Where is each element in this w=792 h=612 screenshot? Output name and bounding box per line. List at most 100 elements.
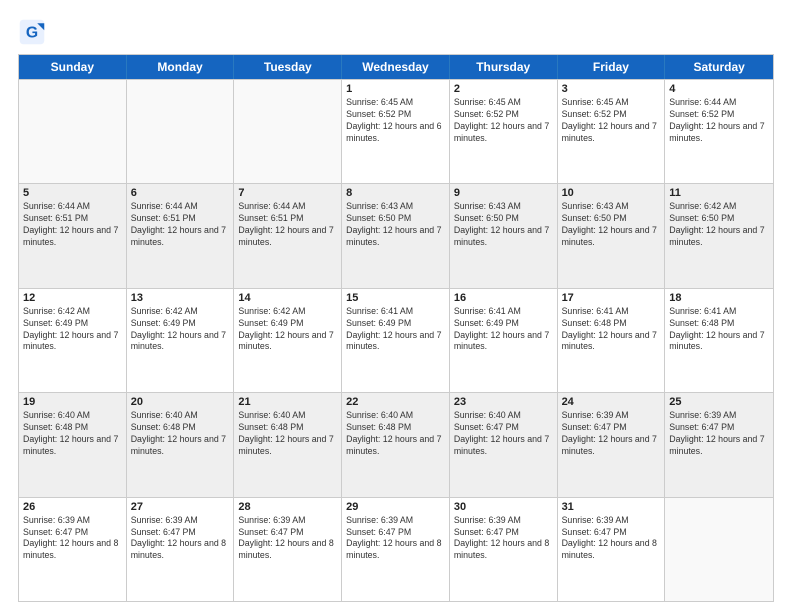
cell-info: Sunrise: 6:40 AMSunset: 6:48 PMDaylight:… — [131, 410, 230, 458]
calendar-cell: 8 Sunrise: 6:43 AMSunset: 6:50 PMDayligh… — [342, 184, 450, 287]
cell-info: Sunrise: 6:45 AMSunset: 6:52 PMDaylight:… — [454, 97, 553, 145]
cell-info: Sunrise: 6:39 AMSunset: 6:47 PMDaylight:… — [238, 515, 337, 563]
calendar-cell: 21 Sunrise: 6:40 AMSunset: 6:48 PMDaylig… — [234, 393, 342, 496]
day-number: 8 — [346, 187, 445, 199]
logo-icon: G — [18, 18, 46, 46]
calendar-row-4: 26 Sunrise: 6:39 AMSunset: 6:47 PMDaylig… — [19, 497, 773, 601]
calendar-cell — [19, 80, 127, 183]
calendar-cell: 3 Sunrise: 6:45 AMSunset: 6:52 PMDayligh… — [558, 80, 666, 183]
calendar-cell: 31 Sunrise: 6:39 AMSunset: 6:47 PMDaylig… — [558, 498, 666, 601]
day-number: 18 — [669, 292, 769, 304]
calendar-row-3: 19 Sunrise: 6:40 AMSunset: 6:48 PMDaylig… — [19, 392, 773, 496]
day-number: 14 — [238, 292, 337, 304]
calendar-cell: 20 Sunrise: 6:40 AMSunset: 6:48 PMDaylig… — [127, 393, 235, 496]
cell-info: Sunrise: 6:40 AMSunset: 6:47 PMDaylight:… — [454, 410, 553, 458]
day-number: 23 — [454, 396, 553, 408]
calendar-cell: 27 Sunrise: 6:39 AMSunset: 6:47 PMDaylig… — [127, 498, 235, 601]
cell-info: Sunrise: 6:40 AMSunset: 6:48 PMDaylight:… — [238, 410, 337, 458]
cell-info: Sunrise: 6:43 AMSunset: 6:50 PMDaylight:… — [562, 201, 661, 249]
day-number: 1 — [346, 83, 445, 95]
calendar-cell: 5 Sunrise: 6:44 AMSunset: 6:51 PMDayligh… — [19, 184, 127, 287]
day-number: 10 — [562, 187, 661, 199]
day-number: 22 — [346, 396, 445, 408]
cell-info: Sunrise: 6:39 AMSunset: 6:47 PMDaylight:… — [562, 515, 661, 563]
cell-info: Sunrise: 6:42 AMSunset: 6:50 PMDaylight:… — [669, 201, 769, 249]
calendar-cell — [127, 80, 235, 183]
svg-text:G: G — [26, 24, 38, 41]
day-number: 15 — [346, 292, 445, 304]
calendar-cell: 1 Sunrise: 6:45 AMSunset: 6:52 PMDayligh… — [342, 80, 450, 183]
cell-info: Sunrise: 6:44 AMSunset: 6:52 PMDaylight:… — [669, 97, 769, 145]
day-number: 2 — [454, 83, 553, 95]
calendar-row-1: 5 Sunrise: 6:44 AMSunset: 6:51 PMDayligh… — [19, 183, 773, 287]
header-day-thursday: Thursday — [450, 55, 558, 79]
calendar-cell: 12 Sunrise: 6:42 AMSunset: 6:49 PMDaylig… — [19, 289, 127, 392]
day-number: 24 — [562, 396, 661, 408]
header-day-saturday: Saturday — [665, 55, 773, 79]
header-day-sunday: Sunday — [19, 55, 127, 79]
cell-info: Sunrise: 6:44 AMSunset: 6:51 PMDaylight:… — [131, 201, 230, 249]
calendar-cell: 17 Sunrise: 6:41 AMSunset: 6:48 PMDaylig… — [558, 289, 666, 392]
day-number: 30 — [454, 501, 553, 513]
day-number: 11 — [669, 187, 769, 199]
day-number: 20 — [131, 396, 230, 408]
header-day-friday: Friday — [558, 55, 666, 79]
day-number: 9 — [454, 187, 553, 199]
cell-info: Sunrise: 6:42 AMSunset: 6:49 PMDaylight:… — [23, 306, 122, 354]
cell-info: Sunrise: 6:39 AMSunset: 6:47 PMDaylight:… — [346, 515, 445, 563]
cell-info: Sunrise: 6:44 AMSunset: 6:51 PMDaylight:… — [23, 201, 122, 249]
calendar-cell — [234, 80, 342, 183]
day-number: 12 — [23, 292, 122, 304]
cell-info: Sunrise: 6:41 AMSunset: 6:48 PMDaylight:… — [562, 306, 661, 354]
calendar-cell: 13 Sunrise: 6:42 AMSunset: 6:49 PMDaylig… — [127, 289, 235, 392]
cell-info: Sunrise: 6:39 AMSunset: 6:47 PMDaylight:… — [454, 515, 553, 563]
calendar-cell — [665, 498, 773, 601]
day-number: 26 — [23, 501, 122, 513]
day-number: 6 — [131, 187, 230, 199]
cell-info: Sunrise: 6:41 AMSunset: 6:48 PMDaylight:… — [669, 306, 769, 354]
calendar-cell: 19 Sunrise: 6:40 AMSunset: 6:48 PMDaylig… — [19, 393, 127, 496]
calendar-cell: 30 Sunrise: 6:39 AMSunset: 6:47 PMDaylig… — [450, 498, 558, 601]
cell-info: Sunrise: 6:39 AMSunset: 6:47 PMDaylight:… — [131, 515, 230, 563]
cell-info: Sunrise: 6:42 AMSunset: 6:49 PMDaylight:… — [238, 306, 337, 354]
calendar-cell: 14 Sunrise: 6:42 AMSunset: 6:49 PMDaylig… — [234, 289, 342, 392]
day-number: 19 — [23, 396, 122, 408]
calendar-cell: 18 Sunrise: 6:41 AMSunset: 6:48 PMDaylig… — [665, 289, 773, 392]
calendar-row-2: 12 Sunrise: 6:42 AMSunset: 6:49 PMDaylig… — [19, 288, 773, 392]
day-number: 5 — [23, 187, 122, 199]
day-number: 27 — [131, 501, 230, 513]
calendar-cell: 2 Sunrise: 6:45 AMSunset: 6:52 PMDayligh… — [450, 80, 558, 183]
cell-info: Sunrise: 6:43 AMSunset: 6:50 PMDaylight:… — [346, 201, 445, 249]
cell-info: Sunrise: 6:41 AMSunset: 6:49 PMDaylight:… — [454, 306, 553, 354]
cell-info: Sunrise: 6:40 AMSunset: 6:48 PMDaylight:… — [346, 410, 445, 458]
calendar-cell: 16 Sunrise: 6:41 AMSunset: 6:49 PMDaylig… — [450, 289, 558, 392]
day-number: 29 — [346, 501, 445, 513]
day-number: 13 — [131, 292, 230, 304]
day-number: 25 — [669, 396, 769, 408]
calendar-cell: 7 Sunrise: 6:44 AMSunset: 6:51 PMDayligh… — [234, 184, 342, 287]
calendar-cell: 10 Sunrise: 6:43 AMSunset: 6:50 PMDaylig… — [558, 184, 666, 287]
logo: G — [18, 18, 50, 46]
day-number: 3 — [562, 83, 661, 95]
calendar-body: 1 Sunrise: 6:45 AMSunset: 6:52 PMDayligh… — [19, 79, 773, 601]
page: G SundayMondayTuesdayWednesdayThursdayFr… — [0, 0, 792, 612]
day-number: 31 — [562, 501, 661, 513]
cell-info: Sunrise: 6:41 AMSunset: 6:49 PMDaylight:… — [346, 306, 445, 354]
day-number: 21 — [238, 396, 337, 408]
cell-info: Sunrise: 6:39 AMSunset: 6:47 PMDaylight:… — [669, 410, 769, 458]
header-day-tuesday: Tuesday — [234, 55, 342, 79]
header-day-wednesday: Wednesday — [342, 55, 450, 79]
calendar-cell: 26 Sunrise: 6:39 AMSunset: 6:47 PMDaylig… — [19, 498, 127, 601]
header: G — [18, 18, 774, 46]
calendar-cell: 6 Sunrise: 6:44 AMSunset: 6:51 PMDayligh… — [127, 184, 235, 287]
calendar-cell: 15 Sunrise: 6:41 AMSunset: 6:49 PMDaylig… — [342, 289, 450, 392]
calendar-cell: 23 Sunrise: 6:40 AMSunset: 6:47 PMDaylig… — [450, 393, 558, 496]
day-number: 28 — [238, 501, 337, 513]
calendar-cell: 9 Sunrise: 6:43 AMSunset: 6:50 PMDayligh… — [450, 184, 558, 287]
cell-info: Sunrise: 6:44 AMSunset: 6:51 PMDaylight:… — [238, 201, 337, 249]
header-day-monday: Monday — [127, 55, 235, 79]
day-number: 7 — [238, 187, 337, 199]
calendar-cell: 28 Sunrise: 6:39 AMSunset: 6:47 PMDaylig… — [234, 498, 342, 601]
cell-info: Sunrise: 6:39 AMSunset: 6:47 PMDaylight:… — [23, 515, 122, 563]
cell-info: Sunrise: 6:43 AMSunset: 6:50 PMDaylight:… — [454, 201, 553, 249]
